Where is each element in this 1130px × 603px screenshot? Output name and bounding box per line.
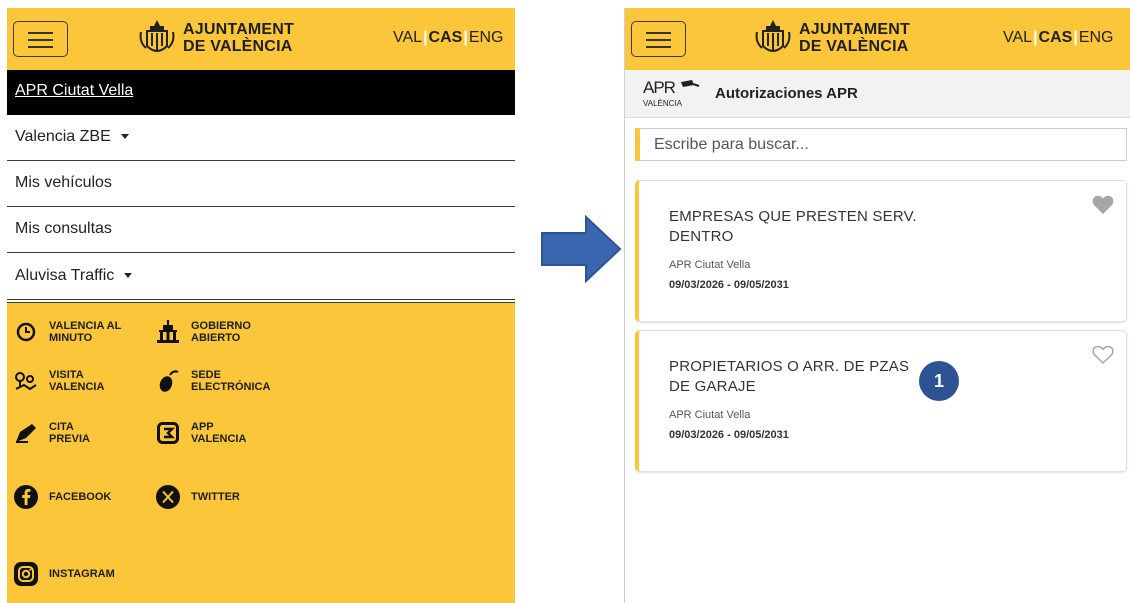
app-header: AJUNTAMENT DE VALÈNCIA VAL|CAS|ENG	[7, 8, 515, 70]
logo-line1: AJUNTAMENT	[183, 21, 295, 38]
ajuntament-logo[interactable]: AJUNTAMENT DE VALÈNCIA	[137, 14, 294, 62]
menu-item-label: Mis vehículos	[15, 174, 112, 191]
card-title: EMPRESAS QUE PRESTEN SERV. DENTRO	[669, 208, 917, 245]
card-zone: APR Ciutat Vella	[669, 409, 751, 421]
step-number-badge: 1	[919, 361, 959, 401]
facebook-icon	[13, 484, 39, 510]
app-icon	[155, 420, 181, 446]
lang-separator: |	[423, 29, 428, 46]
lang-val-link[interactable]: VAL	[1003, 29, 1032, 46]
lang-eng-link[interactable]: ENG	[1079, 29, 1114, 46]
search-box	[635, 128, 1127, 161]
caret-down-icon	[120, 134, 129, 140]
pen-icon	[13, 420, 39, 446]
authorization-card[interactable]: EMPRESAS QUE PRESTEN SERV. DENTRO APR Ci…	[635, 180, 1127, 322]
menu-item-mis-vehiculos[interactable]: Mis vehículos	[7, 161, 515, 207]
lang-val-link[interactable]: VAL	[393, 29, 422, 46]
logo-line2: DE VALÈNCIA	[799, 38, 909, 55]
coat-of-arms-icon	[755, 20, 791, 52]
coat-of-arms-icon	[139, 20, 175, 52]
authorization-card[interactable]: PROPIETARIOS O ARR. DE PZAS DE GARAJE AP…	[635, 330, 1127, 472]
caret-down-icon	[124, 273, 133, 279]
menu-item-label: Valencia ZBE	[15, 128, 111, 145]
menu-item-mis-consultas[interactable]: Mis consultas	[7, 207, 515, 253]
lang-cas-link[interactable]: CAS	[1039, 29, 1073, 46]
link-label: INSTAGRAM	[49, 568, 115, 580]
link-facebook[interactable]: FACEBOOK	[13, 484, 111, 510]
link-sede-electronica[interactable]: SEDE ELECTRÓNICA	[155, 368, 270, 394]
link-label: SEDE ELECTRÓNICA	[191, 369, 271, 393]
footer-links-panel: VALENCIA AL MINUTO GOBIERNO ABIERTO VISI…	[7, 302, 515, 603]
arrow-right-icon	[541, 215, 622, 283]
mouse-icon	[155, 368, 181, 394]
logo-line2: DE VALÈNCIA	[183, 38, 293, 55]
right-screen: AJUNTAMENT DE VALÈNCIA VAL|CAS|ENG APR V…	[624, 8, 1130, 603]
camera-icon	[681, 80, 700, 87]
lang-separator: |	[1033, 29, 1038, 46]
menu-toggle-button[interactable]	[13, 21, 68, 57]
language-switcher: VAL|CAS|ENG	[1003, 29, 1113, 47]
link-label: GOBIERNO ABIERTO	[191, 320, 251, 344]
link-valencia-al-minuto[interactable]: VALENCIA AL MINUTO	[13, 319, 121, 345]
link-label: CITA PREVIA	[49, 421, 90, 445]
heart-outline-icon[interactable]	[1092, 345, 1114, 370]
logo-line1: AJUNTAMENT	[799, 21, 911, 38]
ajuntament-logo[interactable]: AJUNTAMENT DE VALÈNCIA	[753, 14, 910, 62]
link-cita-previa[interactable]: CITA PREVIA	[13, 420, 90, 446]
link-label: VALENCIA AL MINUTO	[49, 320, 122, 344]
apr-logo-text: APR	[643, 78, 676, 97]
menu-item-label: Mis consultas	[15, 220, 112, 237]
left-screen: AJUNTAMENT DE VALÈNCIA VAL|CAS|ENG APR C…	[7, 8, 515, 603]
menu-item-apr-ciutat-vella[interactable]: APR Ciutat Vella	[7, 70, 515, 115]
apr-logo-subtext: VALÈNCIA	[643, 99, 682, 108]
card-title: PROPIETARIOS O ARR. DE PZAS DE GARAJE	[669, 358, 910, 395]
link-label: VISITA VALENCIA	[49, 369, 105, 393]
link-instagram[interactable]: INSTAGRAM	[13, 561, 115, 587]
map-pin-icon	[13, 368, 39, 394]
instagram-icon	[13, 561, 39, 587]
lang-separator: |	[463, 29, 468, 46]
link-app-valencia[interactable]: APP VALENCIA	[155, 420, 246, 446]
menu-item-aluvisa-traffic[interactable]: Aluvisa Traffic	[7, 254, 515, 300]
link-label: FACEBOOK	[49, 491, 112, 503]
lang-separator: |	[1073, 29, 1078, 46]
card-dates: 09/03/2026 - 09/05/2031	[669, 279, 789, 291]
page-title: Autorizaciones APR	[715, 85, 858, 102]
card-zone: APR Ciutat Vella	[669, 259, 751, 271]
x-twitter-icon	[155, 484, 181, 510]
apr-logo: APR VALÈNCIA	[643, 78, 700, 108]
clock-icon	[13, 319, 39, 345]
card-dates: 09/03/2026 - 09/05/2031	[669, 429, 789, 441]
menu-item-valencia-zbe[interactable]: Valencia ZBE	[7, 115, 515, 161]
link-gobierno-abierto[interactable]: GOBIERNO ABIERTO	[155, 319, 251, 345]
page-subheader: APR VALÈNCIA Autorizaciones APR	[625, 70, 1130, 118]
government-building-icon	[155, 319, 181, 345]
menu-item-label: Aluvisa Traffic	[15, 267, 115, 284]
app-header: AJUNTAMENT DE VALÈNCIA VAL|CAS|ENG	[625, 8, 1130, 70]
lang-cas-link[interactable]: CAS	[429, 29, 463, 46]
link-twitter[interactable]: TWITTER	[155, 484, 240, 510]
link-label: TWITTER	[191, 491, 240, 503]
link-label: APP VALENCIA	[191, 421, 247, 445]
search-input[interactable]	[652, 129, 1116, 161]
link-visita-valencia[interactable]: VISITA VALENCIA	[13, 368, 104, 394]
heart-filled-icon[interactable]	[1092, 195, 1114, 220]
language-switcher: VAL|CAS|ENG	[393, 29, 503, 47]
menu-toggle-button[interactable]	[631, 21, 686, 57]
menu-item-label: APR Ciutat Vella	[15, 82, 134, 99]
lang-eng-link[interactable]: ENG	[469, 29, 504, 46]
